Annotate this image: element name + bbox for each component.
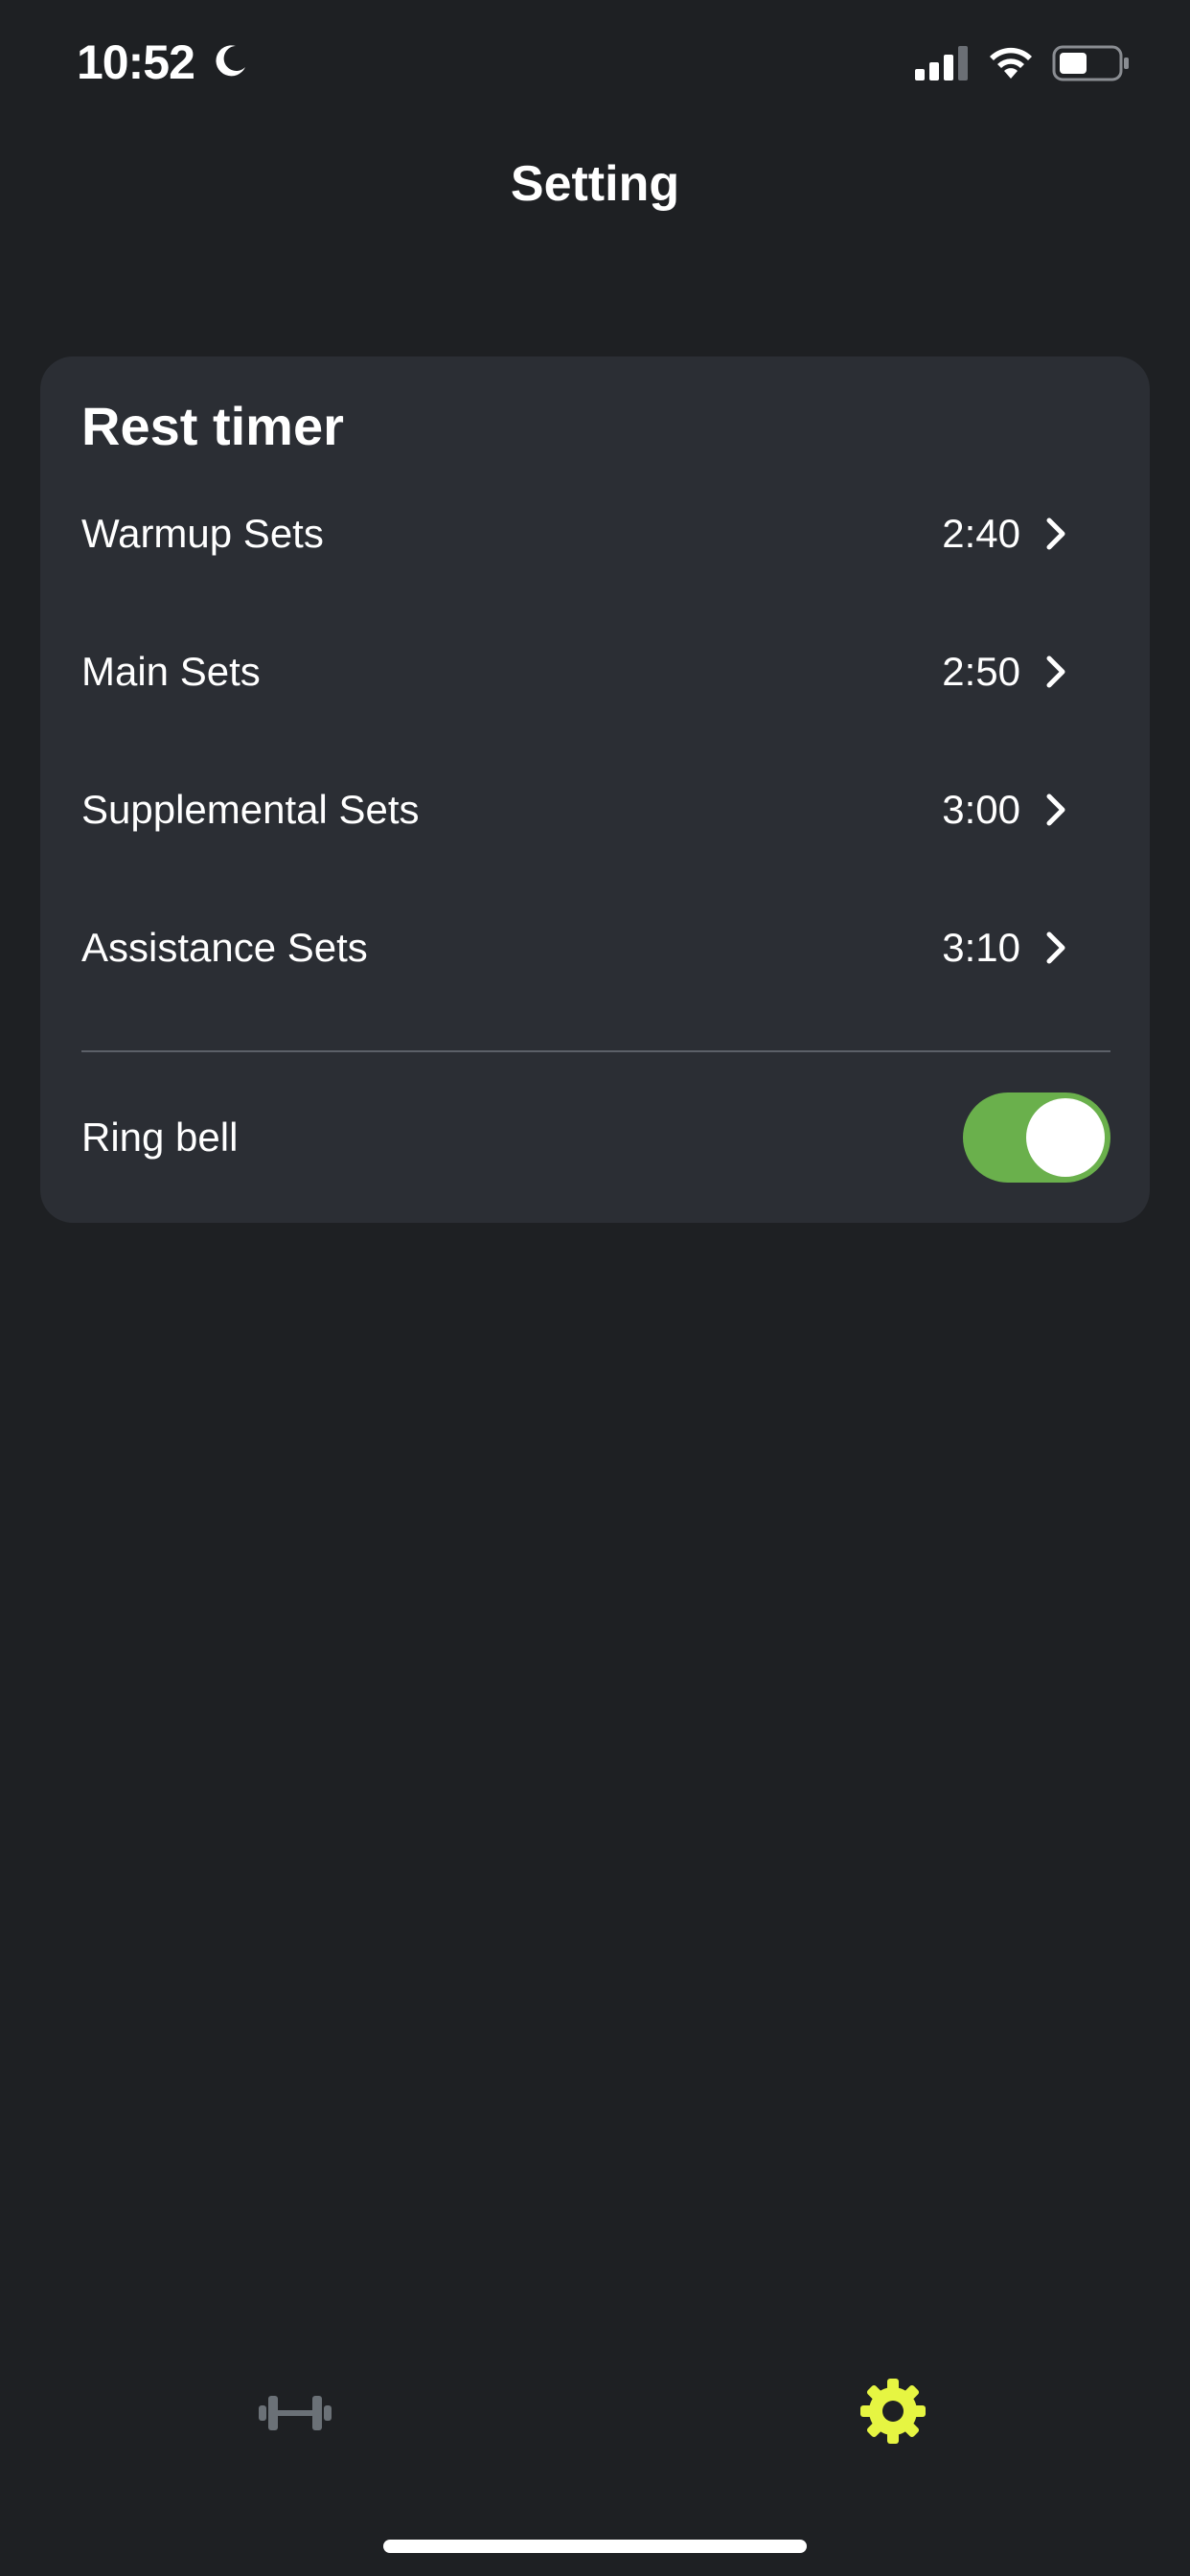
chevron-right-icon <box>1046 932 1065 964</box>
status-bar: 10:52 <box>0 0 1190 134</box>
tab-bar <box>0 2338 1190 2492</box>
row-value: 3:00 <box>942 787 1020 832</box>
page-title: Setting <box>510 156 680 212</box>
dumbbell-icon[interactable] <box>257 2384 333 2442</box>
row-label: Supplemental Sets <box>81 787 420 832</box>
home-indicator <box>383 2540 807 2553</box>
row-warmup-sets[interactable]: Warmup Sets 2:40 <box>81 481 1070 586</box>
toggle-knob <box>1026 1098 1105 1177</box>
row-supplemental-sets[interactable]: Supplemental Sets 3:00 <box>81 757 1070 862</box>
chevron-right-icon <box>1046 656 1065 688</box>
row-value: 3:10 <box>942 925 1020 970</box>
ring-bell-row: Ring bell <box>81 1085 1110 1190</box>
battery-icon <box>1052 45 1129 81</box>
chevron-right-icon <box>1046 518 1065 550</box>
rest-timer-card: Rest timer Warmup Sets 2:40 Main Sets 2:… <box>40 356 1150 1223</box>
row-label: Main Sets <box>81 649 261 694</box>
gear-icon[interactable] <box>858 2377 927 2446</box>
row-label: Assistance Sets <box>81 925 368 970</box>
section-title: Rest timer <box>81 396 344 456</box>
row-value: 2:50 <box>942 649 1020 694</box>
row-assistance-sets[interactable]: Assistance Sets 3:10 <box>81 895 1070 1000</box>
row-value: 2:40 <box>942 511 1020 556</box>
wifi-icon <box>990 47 1032 79</box>
status-time: 10:52 <box>77 35 195 89</box>
ring-bell-toggle[interactable] <box>963 1092 1110 1183</box>
row-label: Warmup Sets <box>81 511 324 556</box>
chevron-right-icon <box>1046 794 1065 826</box>
row-main-sets[interactable]: Main Sets 2:50 <box>81 619 1070 724</box>
ring-bell-label: Ring bell <box>81 1115 239 1160</box>
moon-icon <box>216 45 245 77</box>
signal-icon <box>915 46 968 80</box>
divider <box>81 1050 1110 1052</box>
